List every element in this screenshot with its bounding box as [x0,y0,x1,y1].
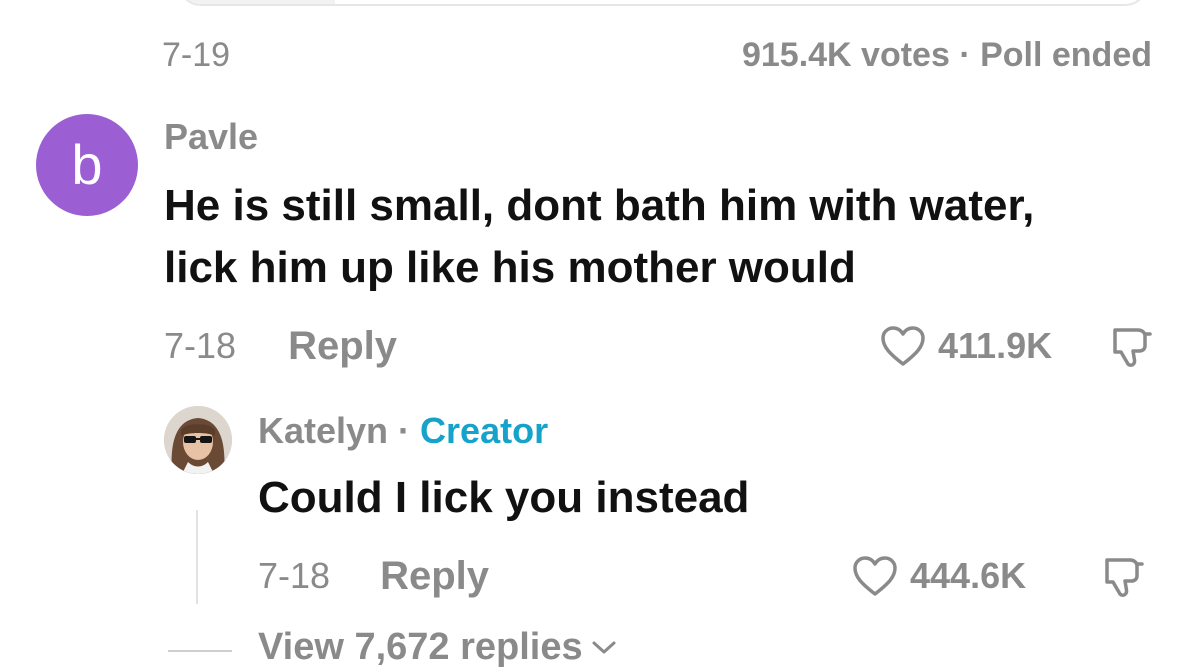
chevron-down-icon [592,641,616,653]
reply-like-button[interactable]: 444.6K [852,552,1026,600]
comment-text-line-2: lick him up like his mother would [164,243,856,292]
author-separator: · [398,410,411,451]
reply-text: Could I lick you instead [258,473,750,522]
heart-icon [853,556,897,596]
comment-author[interactable]: Pavle [164,116,258,158]
view-replies-button[interactable]: View 7,672 replies [258,626,617,669]
creator-badge: Creator [420,410,549,451]
reply-button[interactable]: Reply [288,324,397,369]
poll-date: 7-19 [162,36,231,74]
avatar[interactable]: b [36,114,138,216]
comment-meta: 7-18 Reply [164,322,397,370]
poll-meta: 7-19 915.4K votes · Poll ended [162,34,1152,76]
poll-status: 915.4K votes · Poll ended [741,36,1152,74]
creator-avatar-image [164,406,232,474]
reply-author-line: Katelyn · Creator [258,410,548,452]
comment-date: 7-18 [164,325,237,366]
reply-meta: 7-18 Reply [258,552,489,600]
comment-text-line-1: He is still small, dont bath him with wa… [164,181,1035,230]
view-replies-divider [168,650,232,652]
reply-to-reply-button[interactable]: Reply [380,554,489,599]
thread-line [196,510,198,604]
reply-author[interactable]: Katelyn [258,410,388,452]
like-count: 411.9K [938,325,1053,366]
poll-option-bar [178,0,1148,6]
creator-avatar[interactable] [164,406,232,474]
reply-date: 7-18 [258,555,331,596]
dislike-icon[interactable] [1100,554,1146,600]
view-replies-label: View 7,672 replies [258,626,583,668]
heart-icon [881,326,925,366]
reply-like-count: 444.6K [910,555,1027,596]
like-button[interactable]: 411.9K [880,322,1052,370]
poll-option-fill [180,0,335,4]
dislike-icon[interactable] [1108,324,1154,370]
avatar-letter: b [71,133,103,196]
